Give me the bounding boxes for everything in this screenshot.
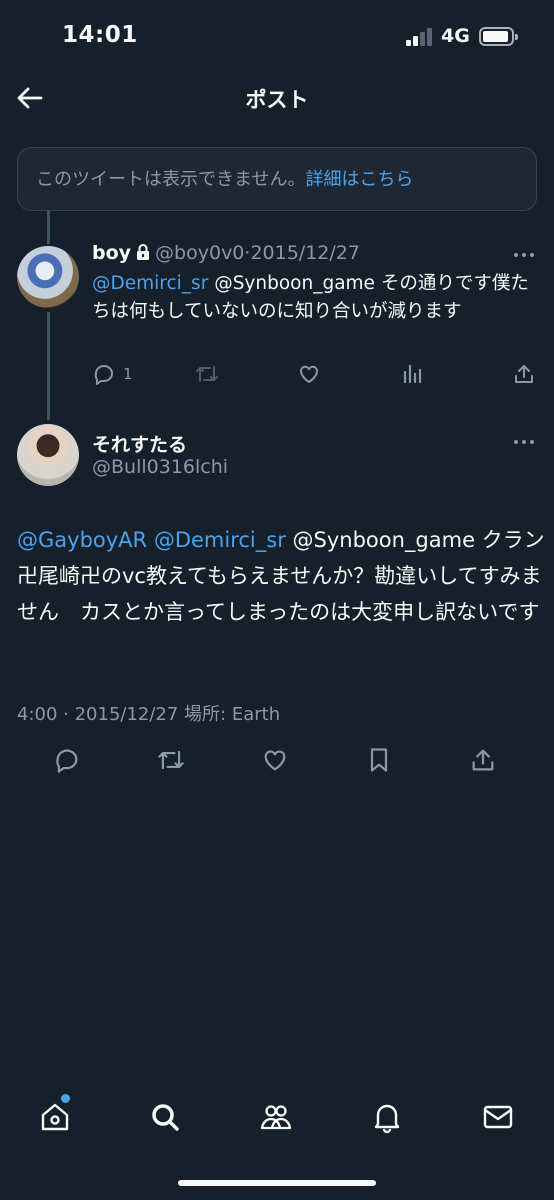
retweet-button[interactable] [156,746,186,778]
views-button[interactable] [401,362,425,386]
reply-count: 1 [123,365,133,383]
analytics-icon [401,362,425,386]
share-button[interactable] [512,362,536,386]
share-icon [469,749,497,778]
tweet-date: 2015/12/27 [250,242,360,264]
more-horizontal-icon[interactable] [512,437,536,447]
mention-link[interactable]: @GayboyAR [17,528,147,552]
like-button[interactable] [261,746,289,778]
thread-line [47,312,50,420]
reply-button[interactable] [53,746,81,778]
unavailable-text: このツイートは表示できません。 [36,169,306,190]
status-bar: 14:01 4G [0,0,554,74]
new-content-dot [61,1094,70,1103]
search-icon[interactable] [148,1100,182,1134]
battery-icon [479,27,518,46]
status-time: 14:01 [62,22,138,48]
retweet-icon [194,362,220,386]
share-icon [512,362,536,386]
author-handle[interactable]: @boy0v0 [155,242,244,264]
signal-icon [406,28,434,46]
lock-icon [135,243,151,266]
share-button[interactable] [469,746,497,778]
reply-button[interactable]: 1 [92,362,133,386]
avatar[interactable] [17,246,79,308]
author-name[interactable]: boy [92,242,131,264]
heart-icon [261,750,289,778]
top-bar: ポスト [0,74,554,126]
unavailable-tweet-notice: このツイートは表示できません。詳細はこちら [17,147,537,211]
reply-header: boy @boy0v0·2015/12/27 [92,242,360,266]
retweet-icon [156,750,186,778]
like-button[interactable] [297,362,321,386]
home-icon[interactable] [38,1100,72,1134]
communities-icon[interactable] [259,1100,293,1134]
heart-icon [297,362,321,386]
tweet-text: @GayboyAR @Demirci_sr @Synboon_game クラン卍… [17,522,547,630]
retweet-button[interactable] [194,362,220,386]
avatar[interactable] [17,424,79,486]
author-handle[interactable]: @Bull0316lchi [92,456,228,478]
reply-icon [92,362,116,386]
reply-action-bar: 1 [92,362,542,388]
network-type: 4G [441,25,470,47]
home-indicator [178,1180,376,1186]
bottom-tab-bar [0,1090,554,1146]
page-title: ポスト [245,88,309,112]
tweet-action-bar [0,740,554,780]
bookmark-icon [365,748,393,778]
notifications-icon[interactable] [370,1100,404,1134]
bookmark-button[interactable] [365,746,393,778]
reply-icon [53,749,81,778]
more-horizontal-icon[interactable] [512,250,536,260]
messages-icon[interactable] [481,1100,515,1134]
mention-link[interactable]: @Demirci_sr [92,273,208,294]
tweet-meta: 4:00 · 2015/12/27 場所: Earth [17,704,281,725]
author-name[interactable]: それすたる [92,430,187,457]
mention-link[interactable]: @Demirci_sr [154,528,286,552]
thread-line [47,211,50,244]
learn-more-link[interactable]: 詳細はこちら [305,169,413,190]
tweet-text: @Demirci_sr @Synboon_game その通りです僕たちは何もして… [92,270,532,326]
